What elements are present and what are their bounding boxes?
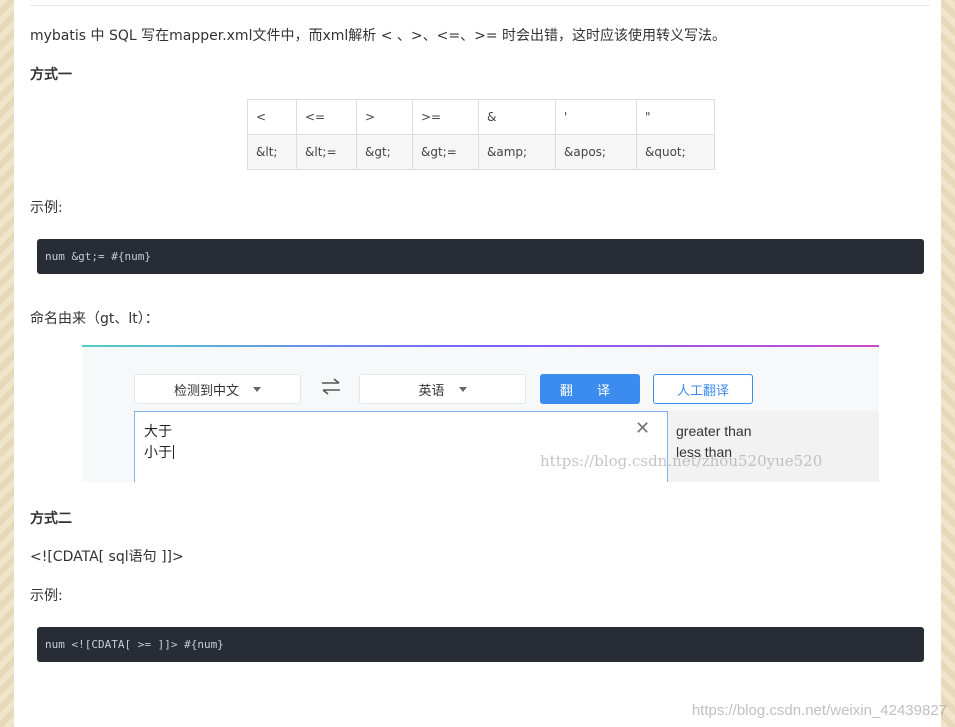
code-block-two[interactable]: num <![CDATA[ >= ]]> #{num}	[37, 627, 924, 662]
intro-paragraph: mybatis 中 SQL 写在mapper.xml文件中，而xml解析 < 、…	[30, 28, 726, 44]
translate-button[interactable]: 翻 译	[540, 374, 640, 404]
table-cell: <=	[296, 99, 357, 135]
method-two-heading: 方式二	[30, 511, 72, 527]
table-cell: <	[247, 99, 297, 135]
example-label-two: 示例:	[30, 588, 63, 604]
article-body: mybatis 中 SQL 写在mapper.xml文件中，而xml解析 < 、…	[14, 0, 941, 727]
translator-screenshot: 检测到中文 英语 翻 译 人工翻译 大于 小于 ✕ greater than l…	[82, 345, 879, 482]
table-row: < <= > >= & ' "	[247, 99, 715, 135]
example-label-one: 示例:	[30, 200, 63, 216]
image-watermark: https://blog.csdn.net/zhou520yue520	[540, 452, 823, 470]
code-block-one[interactable]: num &gt;= #{num}	[37, 239, 924, 274]
table-cell: &	[478, 99, 556, 135]
human-translation-button[interactable]: 人工翻译	[653, 374, 753, 404]
table-cell: &gt;	[356, 134, 413, 170]
left-background-pattern	[0, 0, 14, 727]
table-cell: &gt;=	[412, 134, 479, 170]
target-language-label: 英语	[418, 383, 445, 399]
target-language-select[interactable]: 英语	[359, 374, 526, 404]
source-text-input[interactable]: 大于 小于 ✕	[134, 411, 668, 482]
result-line: greater than	[676, 423, 752, 439]
table-cell: &amp;	[478, 134, 556, 170]
naming-origin-text: 命名由来（gt、lt）：	[30, 311, 159, 327]
table-cell: &lt;=	[296, 134, 357, 170]
table-cell: >	[356, 99, 413, 135]
source-line: 大于	[144, 424, 172, 440]
table-cell: &apos;	[555, 134, 637, 170]
close-icon[interactable]: ✕	[635, 420, 650, 438]
chevron-down-icon	[253, 386, 261, 392]
method-one-heading: 方式一	[30, 67, 72, 83]
right-background-pattern	[941, 0, 955, 727]
table-cell: >=	[412, 99, 479, 135]
table-cell: &lt;	[247, 134, 297, 170]
text-cursor	[173, 445, 174, 459]
table-cell: "	[636, 99, 715, 135]
page-watermark: https://blog.csdn.net/weixin_42439827	[691, 702, 947, 719]
gradient-top-line	[82, 345, 879, 347]
top-divider	[30, 5, 930, 6]
table-row: &lt; &lt;= &gt; &gt;= &amp; &apos; &quot…	[247, 134, 715, 170]
cdata-text: <![CDATA[ sql语句 ]]>	[30, 549, 184, 565]
chevron-down-icon	[458, 386, 467, 392]
table-cell: '	[555, 99, 637, 135]
source-language-label: 检测到中文	[173, 383, 239, 399]
swap-arrows-icon[interactable]	[319, 375, 343, 399]
escape-table: < <= > >= & ' " &lt; &lt;= &gt; &gt;= &a…	[247, 99, 715, 170]
table-cell: &quot;	[636, 134, 715, 170]
source-line: 小于	[144, 445, 172, 461]
source-language-select[interactable]: 检测到中文	[134, 374, 301, 404]
translation-result-panel: greater than less than	[668, 411, 879, 482]
